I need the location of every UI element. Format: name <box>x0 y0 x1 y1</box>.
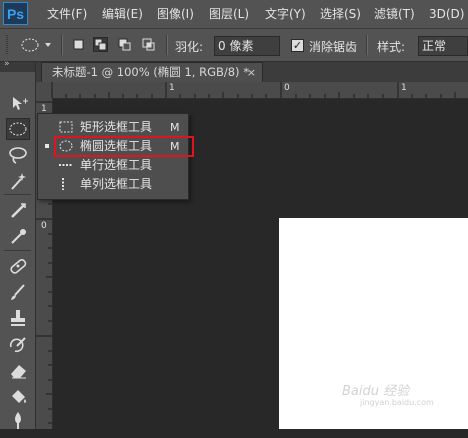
paint-bucket-tool-icon[interactable] <box>6 385 30 407</box>
menu-filter[interactable]: 滤镜(T) <box>374 6 415 22</box>
single-row-marquee-icon <box>59 159 73 171</box>
magic-wand-tool-icon[interactable] <box>6 170 30 192</box>
collapse-icon[interactable]: » <box>4 59 10 69</box>
options-bar: 羽化: 0 像素 ✓ 消除锯齿 样式: 正常 <box>0 29 468 62</box>
menu-edit[interactable]: 编辑(E) <box>102 6 143 22</box>
intersect-selection-icon[interactable] <box>141 37 156 52</box>
menu-type[interactable]: 文字(Y) <box>265 6 306 22</box>
move-tool-icon[interactable] <box>6 92 30 114</box>
antialias-label: 消除锯齿 <box>309 40 358 54</box>
tool-preset-picker[interactable] <box>16 34 54 56</box>
brush-tool-icon[interactable] <box>6 281 30 303</box>
ruler-label: 0 <box>284 83 290 93</box>
new-selection-icon[interactable] <box>71 37 86 52</box>
tools-panel-header[interactable]: » <box>0 59 35 72</box>
watermark: Baidu 经验 <box>342 384 410 399</box>
healing-brush-tool-icon[interactable] <box>6 255 30 277</box>
active-tool-bullet <box>45 144 49 148</box>
clone-stamp-tool-icon[interactable] <box>6 307 30 329</box>
separator <box>4 194 31 195</box>
menu-file[interactable]: 文件(F) <box>47 6 87 22</box>
watermark-url: jingyan.baidu.com <box>360 398 434 407</box>
antialias-checkbox[interactable]: ✓ <box>291 39 304 52</box>
eyedropper-tool-icon[interactable] <box>6 225 30 247</box>
flyout-item-label: 单行选框工具 <box>80 158 153 172</box>
menu-layer[interactable]: 图层(L) <box>209 6 249 22</box>
document-tab-bar: 未标题-1 @ 100% (椭圆 1, RGB/8) * × <box>36 62 468 82</box>
add-to-selection-icon[interactable] <box>93 37 108 52</box>
flyout-item-rect-marquee[interactable]: 矩形选框工具 M <box>38 118 188 137</box>
menu-select[interactable]: 选择(S) <box>320 6 361 22</box>
history-brush-tool-icon[interactable] <box>6 333 30 355</box>
highlight-annotation <box>54 136 194 157</box>
single-column-marquee-icon <box>59 178 73 190</box>
flyout-item-single-column-marquee[interactable]: 单列选框工具 <box>38 175 188 194</box>
menu-bar: Ps 文件(F) 编辑(E) 图像(I) 图层(L) 文字(Y) 选择(S) 滤… <box>0 0 468 29</box>
document-tab[interactable]: 未标题-1 @ 100% (椭圆 1, RGB/8) * × <box>41 62 263 82</box>
tab-close-icon[interactable]: × <box>247 63 256 82</box>
separator <box>366 35 368 55</box>
feather-input[interactable]: 0 像素 <box>214 36 280 56</box>
ruler-label: 1 <box>401 83 407 93</box>
menu-image[interactable]: 图像(I) <box>157 6 194 22</box>
subtract-from-selection-icon[interactable] <box>117 37 132 52</box>
crop-tool-icon[interactable] <box>6 199 30 221</box>
tools-panel: » <box>0 59 36 431</box>
menu-3d[interactable]: 3D(D) <box>429 6 464 22</box>
separator <box>4 250 31 251</box>
ellipse-marquee-tool-icon[interactable] <box>6 118 30 140</box>
separator <box>166 35 168 55</box>
options-grip-icon <box>4 34 10 56</box>
ruler-label: 0 <box>41 221 47 231</box>
horizontal-ruler: 1 0 1 <box>36 82 468 99</box>
rect-marquee-icon <box>59 121 73 133</box>
ruler-label: 1 <box>169 83 175 93</box>
document-tab-title: 未标题-1 @ 100% (椭圆 1, RGB/8) * <box>52 65 249 79</box>
blur-tool-icon[interactable] <box>6 409 30 431</box>
marquee-tool-flyout: 矩形选框工具 M 椭圆选框工具 M 单行选框工具 单列选框工具 <box>37 113 194 200</box>
feather-label: 羽化: <box>175 40 204 54</box>
flyout-item-shortcut: M <box>170 121 180 134</box>
style-select[interactable]: 正常 <box>418 36 468 56</box>
photoshop-logo: Ps <box>3 2 28 25</box>
style-label: 样式: <box>377 40 406 54</box>
eraser-tool-icon[interactable] <box>6 359 30 381</box>
flyout-item-single-row-marquee[interactable]: 单行选框工具 <box>38 156 188 175</box>
separator <box>61 35 63 55</box>
flyout-item-label: 矩形选框工具 <box>80 120 153 134</box>
flyout-item-label: 单列选框工具 <box>80 177 153 191</box>
lasso-tool-icon[interactable] <box>6 144 30 166</box>
